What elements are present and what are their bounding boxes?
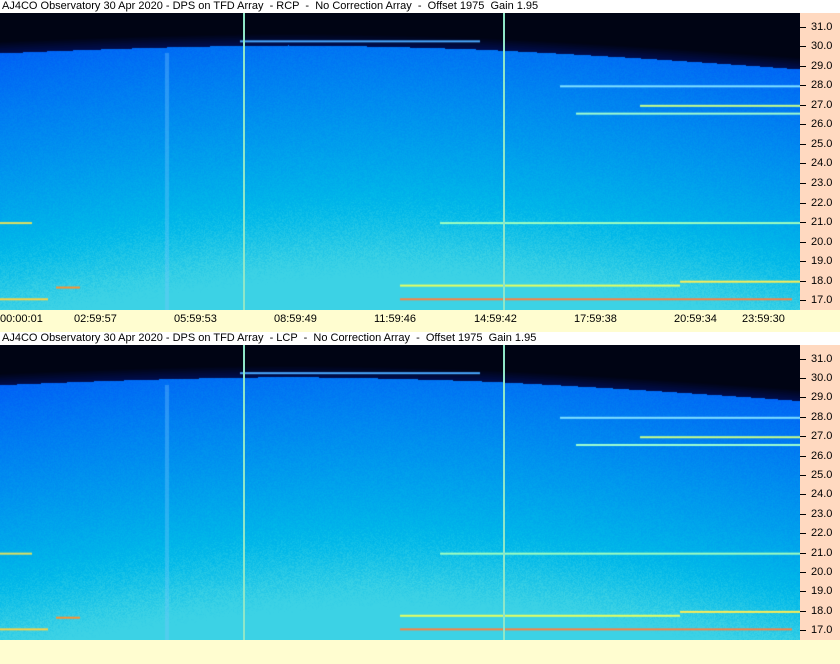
y-tick-mark [800,513,806,515]
y-tick-label: 25.0 [811,469,833,482]
y-tick-label: 27.0 [811,430,833,443]
y-tick-label: 19.0 [811,255,833,268]
x-tick-label: 02:59:57 [74,313,117,325]
rcp-spectrogram-canvas [0,13,800,310]
y-tick-label: 22.0 [811,196,833,209]
y-tick-mark [800,163,806,165]
y-tick-label: 31.0 [811,20,833,33]
y-tick-label: 27.0 [811,98,833,111]
time-marker-line [243,13,246,310]
y-tick-label: 19.0 [811,585,833,598]
x-tick-label: 08:59:49 [274,313,317,325]
y-tick-mark [800,455,806,457]
y-tick-mark [800,104,806,106]
time-marker-line [243,345,246,640]
y-tick-label: 23.0 [811,176,833,189]
time-axis: 00:00:01 02:59:57 05:59:53 08:59:49 11:59:46… [0,310,840,330]
x-tick-label: 23:59:30 [742,313,785,325]
y-tick-label: 17.0 [811,294,833,307]
y-tick-label: 23.0 [811,507,833,520]
y-tick-label: 29.0 [811,59,833,72]
rcp-panel: AJ4CO Observatory 30 Apr 2020 - DPS on T… [0,0,840,330]
y-tick-mark [800,280,806,282]
x-tick-label: 00:00:01 [0,313,43,325]
y-tick-mark [800,46,806,48]
y-tick-label: 28.0 [811,79,833,92]
y-tick-mark [800,436,806,438]
time-marker-line [503,345,506,640]
y-tick-mark [800,85,806,87]
lcp-panel: AJ4CO Observatory 30 Apr 2020 - DPS on T… [0,332,840,664]
y-tick-mark [800,182,806,184]
x-tick-label: 05:59:53 [174,313,217,325]
lcp-spectrogram-canvas [0,345,800,640]
x-tick-label: 11:59:46 [374,313,417,325]
y-tick-mark [800,143,806,145]
y-tick-label: 24.0 [811,488,833,501]
y-tick-mark [800,572,806,574]
y-tick-mark [800,377,806,379]
y-tick-mark [800,397,806,399]
y-tick-label: 26.0 [811,449,833,462]
rcp-frequency-axis: 31.0 30.0 29.0 28.0 27.0 26.0 25.0 24.0 23.0 22.0… [800,13,840,310]
rcp-panel-title: AJ4CO Observatory 30 Apr 2020 - DPS on T… [0,0,840,13]
lcp-panel-title: AJ4CO Observatory 30 Apr 2020 - DPS on T… [0,332,840,345]
y-tick-label: 21.0 [811,546,833,559]
y-tick-label: 24.0 [811,157,833,170]
y-tick-label: 28.0 [811,410,833,423]
y-tick-mark [800,358,806,360]
y-tick-label: 18.0 [811,604,833,617]
y-tick-mark [800,416,806,418]
lcp-spectrogram [0,345,800,640]
lcp-frequency-axis: 31.0 30.0 29.0 28.0 27.0 26.0 25.0 24.0 23.0 22.0… [800,345,840,640]
y-tick-label: 26.0 [811,118,833,131]
y-tick-label: 30.0 [811,371,833,384]
y-tick-mark [800,26,806,28]
y-tick-mark [800,241,806,243]
y-tick-mark [800,261,806,263]
y-tick-mark [800,475,806,477]
y-tick-label: 17.0 [811,624,833,637]
x-tick-label: 14:59:42 [474,313,517,325]
time-marker-line [503,13,506,310]
y-tick-mark [800,533,806,535]
y-tick-label: 18.0 [811,274,833,287]
y-tick-label: 20.0 [811,235,833,248]
y-tick-mark [800,494,806,496]
y-tick-mark [800,222,806,224]
y-tick-mark [800,591,806,593]
y-tick-label: 30.0 [811,40,833,53]
y-tick-mark [800,124,806,126]
y-tick-label: 22.0 [811,527,833,540]
y-tick-mark [800,630,806,632]
y-tick-mark [800,610,806,612]
y-tick-mark [800,202,806,204]
y-tick-label: 20.0 [811,566,833,579]
rcp-spectrogram [0,13,800,310]
y-tick-label: 21.0 [811,216,833,229]
y-tick-mark [800,65,806,67]
x-tick-label: 17:59:38 [574,313,617,325]
y-tick-mark [800,552,806,554]
x-tick-label: 20:59:34 [674,313,717,325]
y-tick-label: 25.0 [811,137,833,150]
y-tick-label: 31.0 [811,352,833,365]
y-tick-label: 29.0 [811,391,833,404]
y-tick-mark [800,300,806,302]
